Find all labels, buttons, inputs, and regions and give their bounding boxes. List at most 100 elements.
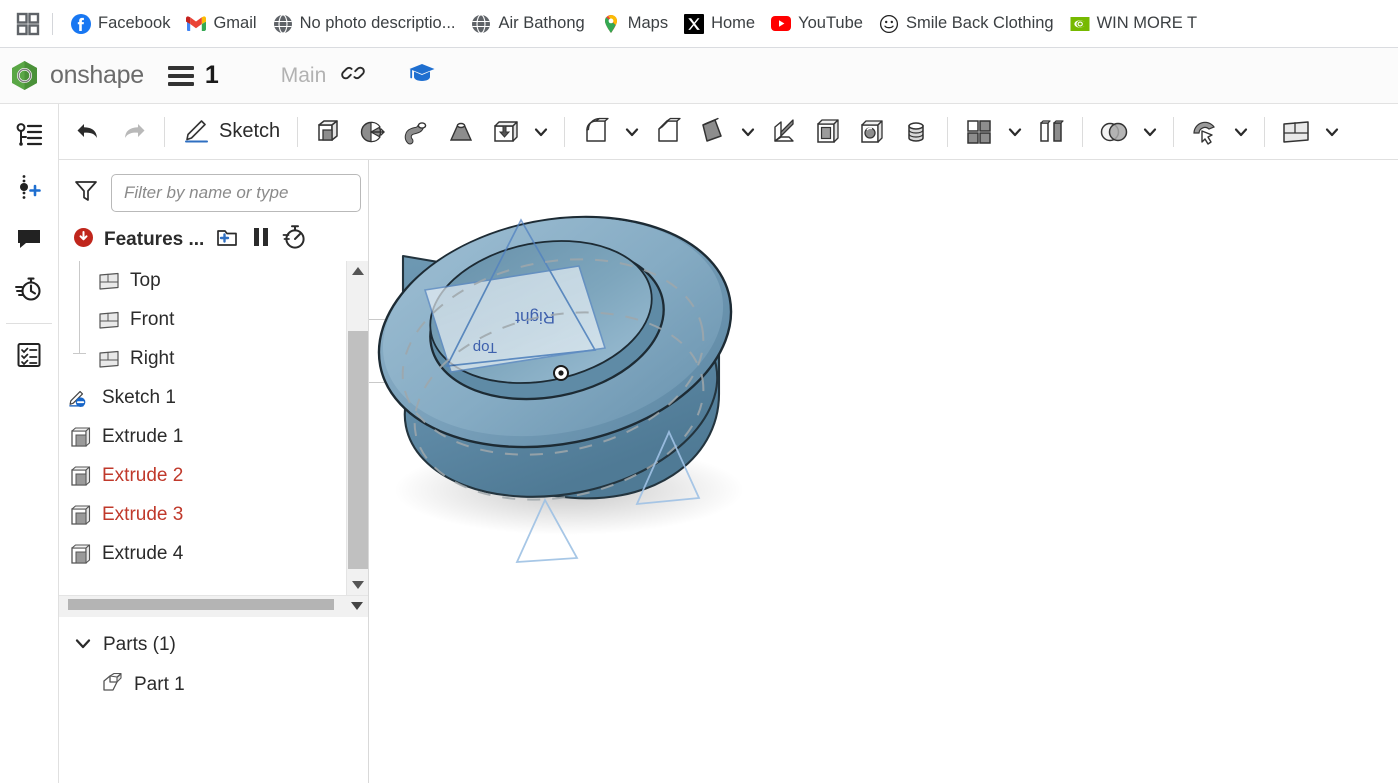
graduation-cap-icon[interactable] [408,61,436,90]
bookmarks-divider [52,12,53,35]
thicken-icon[interactable] [483,110,527,154]
document-number: 1 [204,61,219,89]
search-input[interactable] [111,174,361,212]
bookmark-gmail[interactable]: Gmail [178,10,264,38]
transform-dropdown-caret-icon[interactable] [1227,110,1255,154]
vertical-scrollbar-thumb[interactable] [348,331,368,569]
onshape-mark-icon [12,61,37,90]
bookmark-label: No photo descriptio... [299,14,456,32]
redo-button[interactable] [111,110,155,154]
filter-row [59,160,368,222]
horizontal-scrollbar-thumb[interactable] [68,599,334,610]
extrude-feature-icon [69,425,93,449]
tree-item-label: Extrude 2 [102,464,184,486]
vertical-scrollbar[interactable] [346,261,368,595]
scroll-up-arrow-icon[interactable] [347,261,369,281]
feature-tree-list: Top Front Right Sketch 1 Extrude 1 Extru… [59,261,346,595]
regen-timer-icon[interactable] [282,224,308,255]
parts-header[interactable]: Parts (1) [59,625,368,665]
linear-pattern-dropdown-caret-icon[interactable] [1001,110,1029,154]
shell-icon[interactable] [806,110,850,154]
chamfer-icon[interactable] [646,110,690,154]
tree-item-right[interactable]: Right [69,339,346,378]
sweep-icon[interactable] [395,110,439,154]
onshape-document-header: onshape 1 Main [0,48,1398,104]
tree-item-extrude-1[interactable]: Extrude 1 [69,417,346,456]
horizontal-scrollbar[interactable] [59,595,368,617]
fillet-dropdown-caret-icon[interactable] [618,110,646,154]
sketch-button[interactable]: Sketch [174,114,288,149]
plane-dropdown-caret-icon[interactable] [1318,110,1346,154]
tree-item-front[interactable]: Front [69,300,346,339]
bill-of-materials-icon[interactable] [7,333,51,377]
revolve-icon[interactable] [351,110,395,154]
features-header-row: Features ... [59,222,368,261]
undo-button[interactable] [67,110,111,154]
branch-name[interactable]: Main [281,64,327,88]
rail-divider [6,323,52,324]
toolbar-divider [1173,116,1175,147]
tree-item-label: Right [130,347,175,369]
rollback-pause-icon[interactable] [250,225,272,254]
onshape-logo[interactable]: onshape [8,59,144,92]
hole-icon[interactable] [850,110,894,154]
bookmark-win-more-t[interactable]: WIN MORE T [1062,10,1206,38]
filter-funnel-icon[interactable] [73,178,99,209]
cylindrical-pattern-icon[interactable] [894,110,938,154]
draft-icon[interactable] [690,110,734,154]
history-icon[interactable] [7,267,51,311]
comments-icon[interactable] [7,216,51,260]
rib-icon[interactable] [762,110,806,154]
sketch-pencil-icon [182,114,212,149]
graphics-viewport[interactable]: Right Top [369,160,1398,783]
hamburger-menu-icon[interactable] [167,65,194,86]
feature-list-icon[interactable] [7,114,51,158]
bookmark-facebook[interactable]: Facebook [63,10,178,38]
bookmark-label: Maps [627,14,669,32]
bookmark-home-x[interactable]: Home [676,10,763,38]
draft-dropdown-caret-icon[interactable] [734,110,762,154]
tree-item-label: Top [130,269,161,291]
bookmark-youtube[interactable]: YouTube [763,10,871,38]
scroll-right-arrow-icon[interactable] [346,596,368,616]
bookmark-smile-back-clothing[interactable]: Smile Back Clothing [871,10,1062,38]
transform-icon[interactable] [1183,110,1227,154]
google-maps-icon [601,14,621,34]
sketch-label: Sketch [219,120,281,142]
plane-icon [97,308,121,332]
tree-item-top[interactable]: Top [69,261,346,300]
bookmark-no-photo-description[interactable]: No photo descriptio... [265,10,464,38]
left-rail [0,104,59,783]
bookmark-maps[interactable]: Maps [593,10,676,38]
bookmark-label: Facebook [98,14,171,32]
link-icon[interactable] [340,60,366,91]
linear-pattern-icon[interactable] [957,110,1001,154]
flanged-bushing-model[interactable]: Right Top [369,160,1397,782]
apps-grid-icon[interactable] [6,7,50,41]
feature-toolbar: Sketch [59,104,1398,160]
boolean-dropdown-caret-icon[interactable] [1136,110,1164,154]
loft-icon[interactable] [439,110,483,154]
bookmark-label: YouTube [798,14,863,32]
extrude-feature-icon [69,464,93,488]
boolean-icon[interactable] [1092,110,1136,154]
insert-version-icon[interactable] [7,165,51,209]
plane-icon [97,347,121,371]
tree-item-extrude-2[interactable]: Extrude 2 [69,456,346,495]
part-label: Part 1 [134,674,185,695]
mirror-icon[interactable] [1029,110,1073,154]
tree-item-sketch-1[interactable]: Sketch 1 [69,378,346,417]
tree-item-extrude-3[interactable]: Extrude 3 [69,495,346,534]
vertex-marker [553,365,569,381]
sketch-plane-label-2: Top [473,339,497,356]
part-list-item[interactable]: Part 1 [59,665,368,705]
fillet-icon[interactable] [574,110,618,154]
scroll-down-arrow-icon[interactable] [347,575,369,595]
plane-icon[interactable] [1274,110,1318,154]
thicken-dropdown-caret-icon[interactable] [527,110,555,154]
extrude-icon[interactable] [307,110,351,154]
add-folder-icon[interactable] [214,225,240,254]
tree-item-extrude-4[interactable]: Extrude 4 [69,534,346,573]
bookmark-air-bathong[interactable]: Air Bathong [463,10,592,38]
chevron-down-icon[interactable] [73,635,93,656]
